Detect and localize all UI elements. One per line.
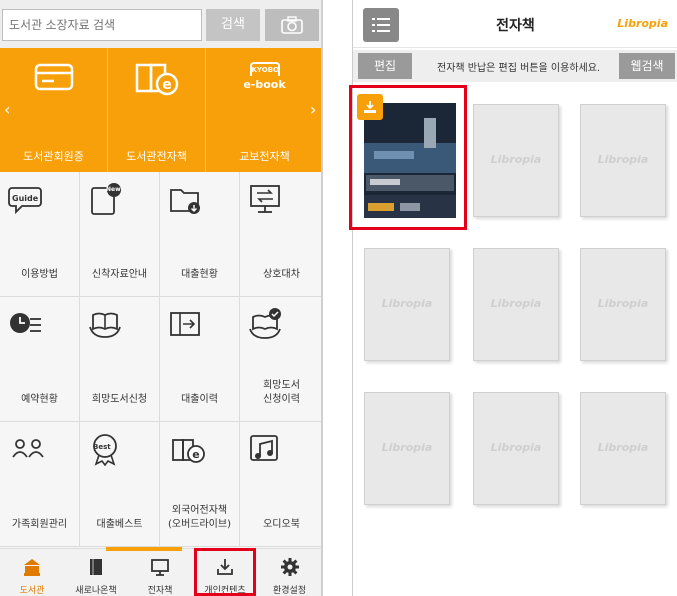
search-button[interactable]: 검색 (206, 9, 260, 41)
menu-item-interlibrary-loan[interactable]: 상호대차 (240, 172, 321, 297)
label-line: 외국어전자책 (171, 505, 228, 516)
ebook-slot[interactable]: Libropia (364, 392, 450, 505)
highlight-box (349, 85, 467, 230)
label-line: 신청이력 (263, 394, 300, 405)
menu-item-label: 대출현황 (181, 269, 218, 280)
camera-button[interactable] (265, 9, 319, 41)
tab-label: 환경설정 (272, 586, 307, 596)
tab-new-books[interactable]: 새로나온책 (64, 549, 128, 596)
label-line: 희망도서 (263, 380, 300, 391)
ebook-slot[interactable]: Libropia (364, 248, 450, 361)
tab-ebook[interactable]: 전자책 (128, 549, 192, 596)
audiobook-icon (250, 435, 278, 461)
menu-item-foreign-ebook[interactable]: e 외국어전자책 (오버드라이브) (160, 422, 240, 547)
menu-item-label: 상호대차 (263, 269, 300, 280)
banner-label: 도서관회원증 (23, 150, 84, 163)
best-badge-text: Best (93, 443, 111, 451)
ebook-slot[interactable]: Libropia (473, 248, 559, 361)
menu-item-book-request[interactable]: 희망도서신청 (80, 297, 160, 422)
menu-item-label: 신착자료안내 (91, 269, 148, 280)
tab-library[interactable]: 도서관 (0, 549, 64, 596)
ebook-toolbar: 편집 전자책 반납은 편집 버튼을 이용하세요. 웹검색 (353, 50, 677, 82)
library-home-screen: 검색 ‹ › 도서관회원증 (0, 0, 323, 596)
menu-item-label: 희망도서신청 (91, 394, 148, 405)
guide-icon-text: Guide (12, 194, 39, 203)
kyobo-ebook-icon: KYOBO e-book (242, 62, 288, 91)
placeholder-logo: Libropia (381, 297, 433, 310)
ebook-slot[interactable]: Libropia (473, 104, 559, 217)
reservation-status-icon (10, 313, 41, 333)
menu-item-audiobook[interactable]: 오디오북 (240, 422, 321, 547)
menu-item-label: 이용방법 (21, 269, 58, 280)
menu-grid: Guide 이용방법 New 신착자료안내 대출현황 상호대차 예약현황 희망도… (0, 172, 321, 548)
menu-item-loan-history[interactable]: 대출이력 (160, 297, 240, 422)
placeholder-logo: Libropia (490, 441, 542, 454)
tab-label: 도서관 (19, 586, 45, 596)
menu-item-reservation-status[interactable]: 예약현황 (0, 297, 80, 422)
book-request-icon (89, 312, 121, 338)
gear-icon (280, 558, 299, 576)
banner-kyobo-ebook[interactable]: KYOBO e-book 교보전자책 (206, 48, 321, 172)
search-bar: 검색 (0, 0, 321, 48)
placeholder-logo: Libropia (381, 441, 433, 454)
ebook-slot[interactable]: Libropia (580, 248, 666, 361)
ebook-monitor-icon (151, 559, 169, 576)
search-input[interactable] (2, 9, 202, 41)
edit-button[interactable]: 편집 (358, 53, 412, 79)
menu-item-label: 대출이력 (181, 394, 218, 405)
request-history-icon (249, 308, 281, 339)
ebook-slot[interactable]: Libropia (580, 104, 666, 217)
quick-banner: ‹ › 도서관회원증 e 도서관전자책 KYOBO e-book 교보전자책 (0, 48, 321, 172)
placeholder-logo: Libropia (490, 153, 542, 166)
ebook-logo-text: e-book (243, 78, 286, 91)
camera-icon (281, 16, 303, 34)
ebook-header: 전자책 Libropia (353, 0, 677, 48)
placeholder-logo: Libropia (597, 297, 649, 310)
web-search-button[interactable]: 웹검색 (619, 53, 675, 79)
banner-library-ebook[interactable]: e 도서관전자책 (108, 48, 206, 172)
bottom-tab-bar: 도서관 새로나온책 전자책 개인컨텐츠 환경설정 (0, 547, 321, 596)
interlibrary-loan-icon (250, 185, 280, 213)
loan-history-icon (170, 312, 200, 336)
kyobo-logo-text: KYOBO (249, 62, 280, 76)
menu-item-new-arrivals[interactable]: New 신착자료안내 (80, 172, 160, 297)
loan-status-icon (170, 189, 200, 214)
menu-item-label: 오디오북 (263, 519, 300, 530)
tab-settings[interactable]: 환경설정 (256, 549, 321, 596)
label-line: (오버드라이브) (167, 519, 231, 530)
menu-item-label: 외국어전자책 (오버드라이브) (160, 504, 239, 532)
menu-item-best-loans[interactable]: Best 대출베스트 (80, 422, 160, 547)
svg-text:e: e (162, 77, 172, 93)
menu-item-label: 가족회원관리 (11, 519, 68, 530)
brand-logo: Libropia (617, 17, 668, 30)
membership-card-icon (34, 63, 73, 91)
placeholder-logo: Libropia (490, 297, 542, 310)
new-books-icon (90, 559, 102, 575)
foreign-ebook-icon: e (172, 439, 205, 463)
banner-label: 교보전자책 (239, 150, 290, 163)
tab-label: 새로나온책 (75, 586, 117, 596)
library-icon (24, 559, 40, 576)
menu-item-guide[interactable]: Guide 이용방법 (0, 172, 80, 297)
library-ebook-icon: e (135, 63, 178, 96)
family-members-icon (12, 439, 44, 458)
return-hint: 전자책 반납은 편집 버튼을 이용하세요. (437, 63, 601, 74)
banner-label: 도서관전자책 (126, 150, 187, 163)
tab-label: 전자책 (147, 586, 173, 596)
placeholder-logo: Libropia (597, 441, 649, 454)
placeholder-logo: Libropia (597, 153, 649, 166)
menu-item-label: 대출베스트 (96, 519, 143, 530)
ebook-slot[interactable]: Libropia (580, 392, 666, 505)
highlight-box (194, 548, 256, 596)
svg-text:e: e (192, 448, 199, 461)
menu-item-label: 예약현황 (21, 394, 58, 405)
menu-item-loan-status[interactable]: 대출현황 (160, 172, 240, 297)
banner-membership-card[interactable]: 도서관회원증 (0, 48, 108, 172)
menu-item-request-history[interactable]: 희망도서 신청이력 (240, 297, 321, 422)
ebook-slot[interactable]: Libropia (473, 392, 559, 505)
menu-item-label: 희망도서 신청이력 (240, 379, 321, 407)
menu-item-family-members[interactable]: 가족회원관리 (0, 422, 80, 547)
new-badge-text: New (106, 186, 121, 193)
